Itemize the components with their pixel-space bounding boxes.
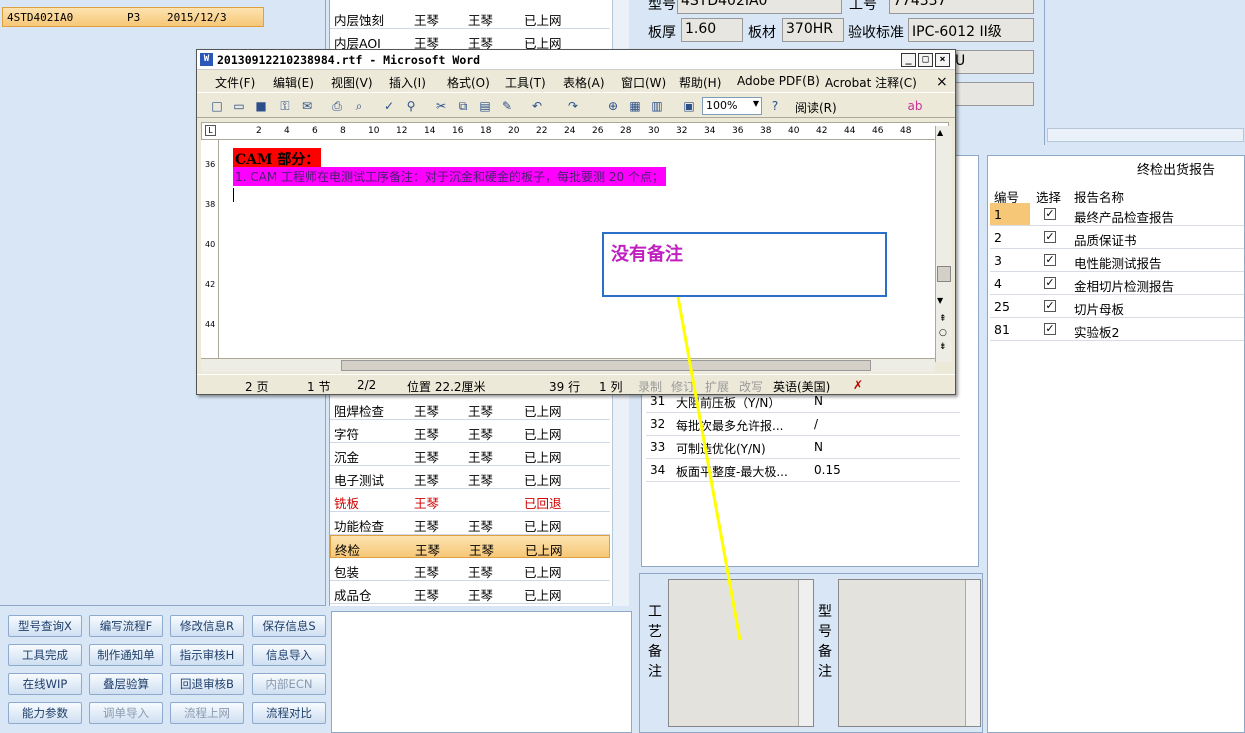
callout-text: 没有备注 <box>611 244 683 265</box>
callout-arrow <box>676 296 742 641</box>
arrow-line <box>676 296 742 641</box>
callout-box: 没有备注 <box>602 232 887 297</box>
